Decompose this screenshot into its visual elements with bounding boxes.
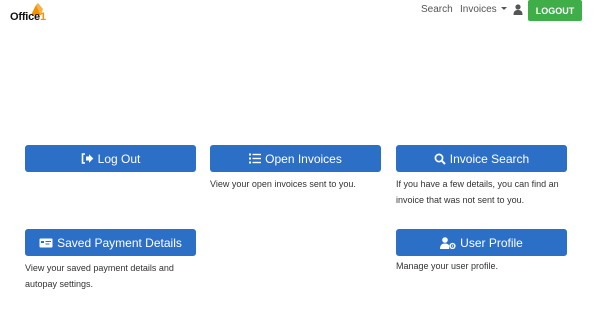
invoice-search-button[interactable]: Invoice Search [396, 145, 567, 172]
log-out-label: Log Out [97, 151, 141, 166]
user-profile-label: User Profile [460, 235, 523, 250]
log-out-button[interactable]: Log Out [25, 145, 196, 172]
logo-text: Office1 [10, 11, 46, 23]
caret-down-icon [500, 7, 507, 10]
user-profile-description: Manage your user profile. [396, 261, 499, 271]
list-icon [249, 153, 262, 164]
sign-out-icon [81, 153, 93, 164]
nav-search-link[interactable]: Search [421, 4, 453, 15]
user-icon[interactable] [513, 4, 523, 15]
user-cog-icon [440, 236, 456, 249]
nav-invoices-label: Invoices [460, 4, 497, 15]
user-profile-button[interactable]: User Profile [396, 229, 567, 256]
invoice-search-description: If you have a few details, you can find … [396, 179, 559, 205]
open-invoices-label: Open Invoices [265, 151, 342, 166]
credit-card-icon [39, 238, 53, 247]
open-invoices-button[interactable]: Open Invoices [210, 145, 381, 172]
invoice-search-label: Invoice Search [449, 151, 530, 166]
search-icon [434, 153, 446, 165]
saved-payment-details-button[interactable]: Saved Payment Details [25, 229, 196, 256]
saved-payment-details-label: Saved Payment Details [57, 235, 182, 250]
logout-button[interactable]: LOGOUT [528, 0, 582, 21]
saved-payment-details-description: View your saved payment details and auto… [25, 263, 174, 289]
open-invoices-description: View your open invoices sent to you. [210, 179, 356, 189]
nav-invoices-dropdown[interactable]: Invoices [460, 4, 507, 15]
